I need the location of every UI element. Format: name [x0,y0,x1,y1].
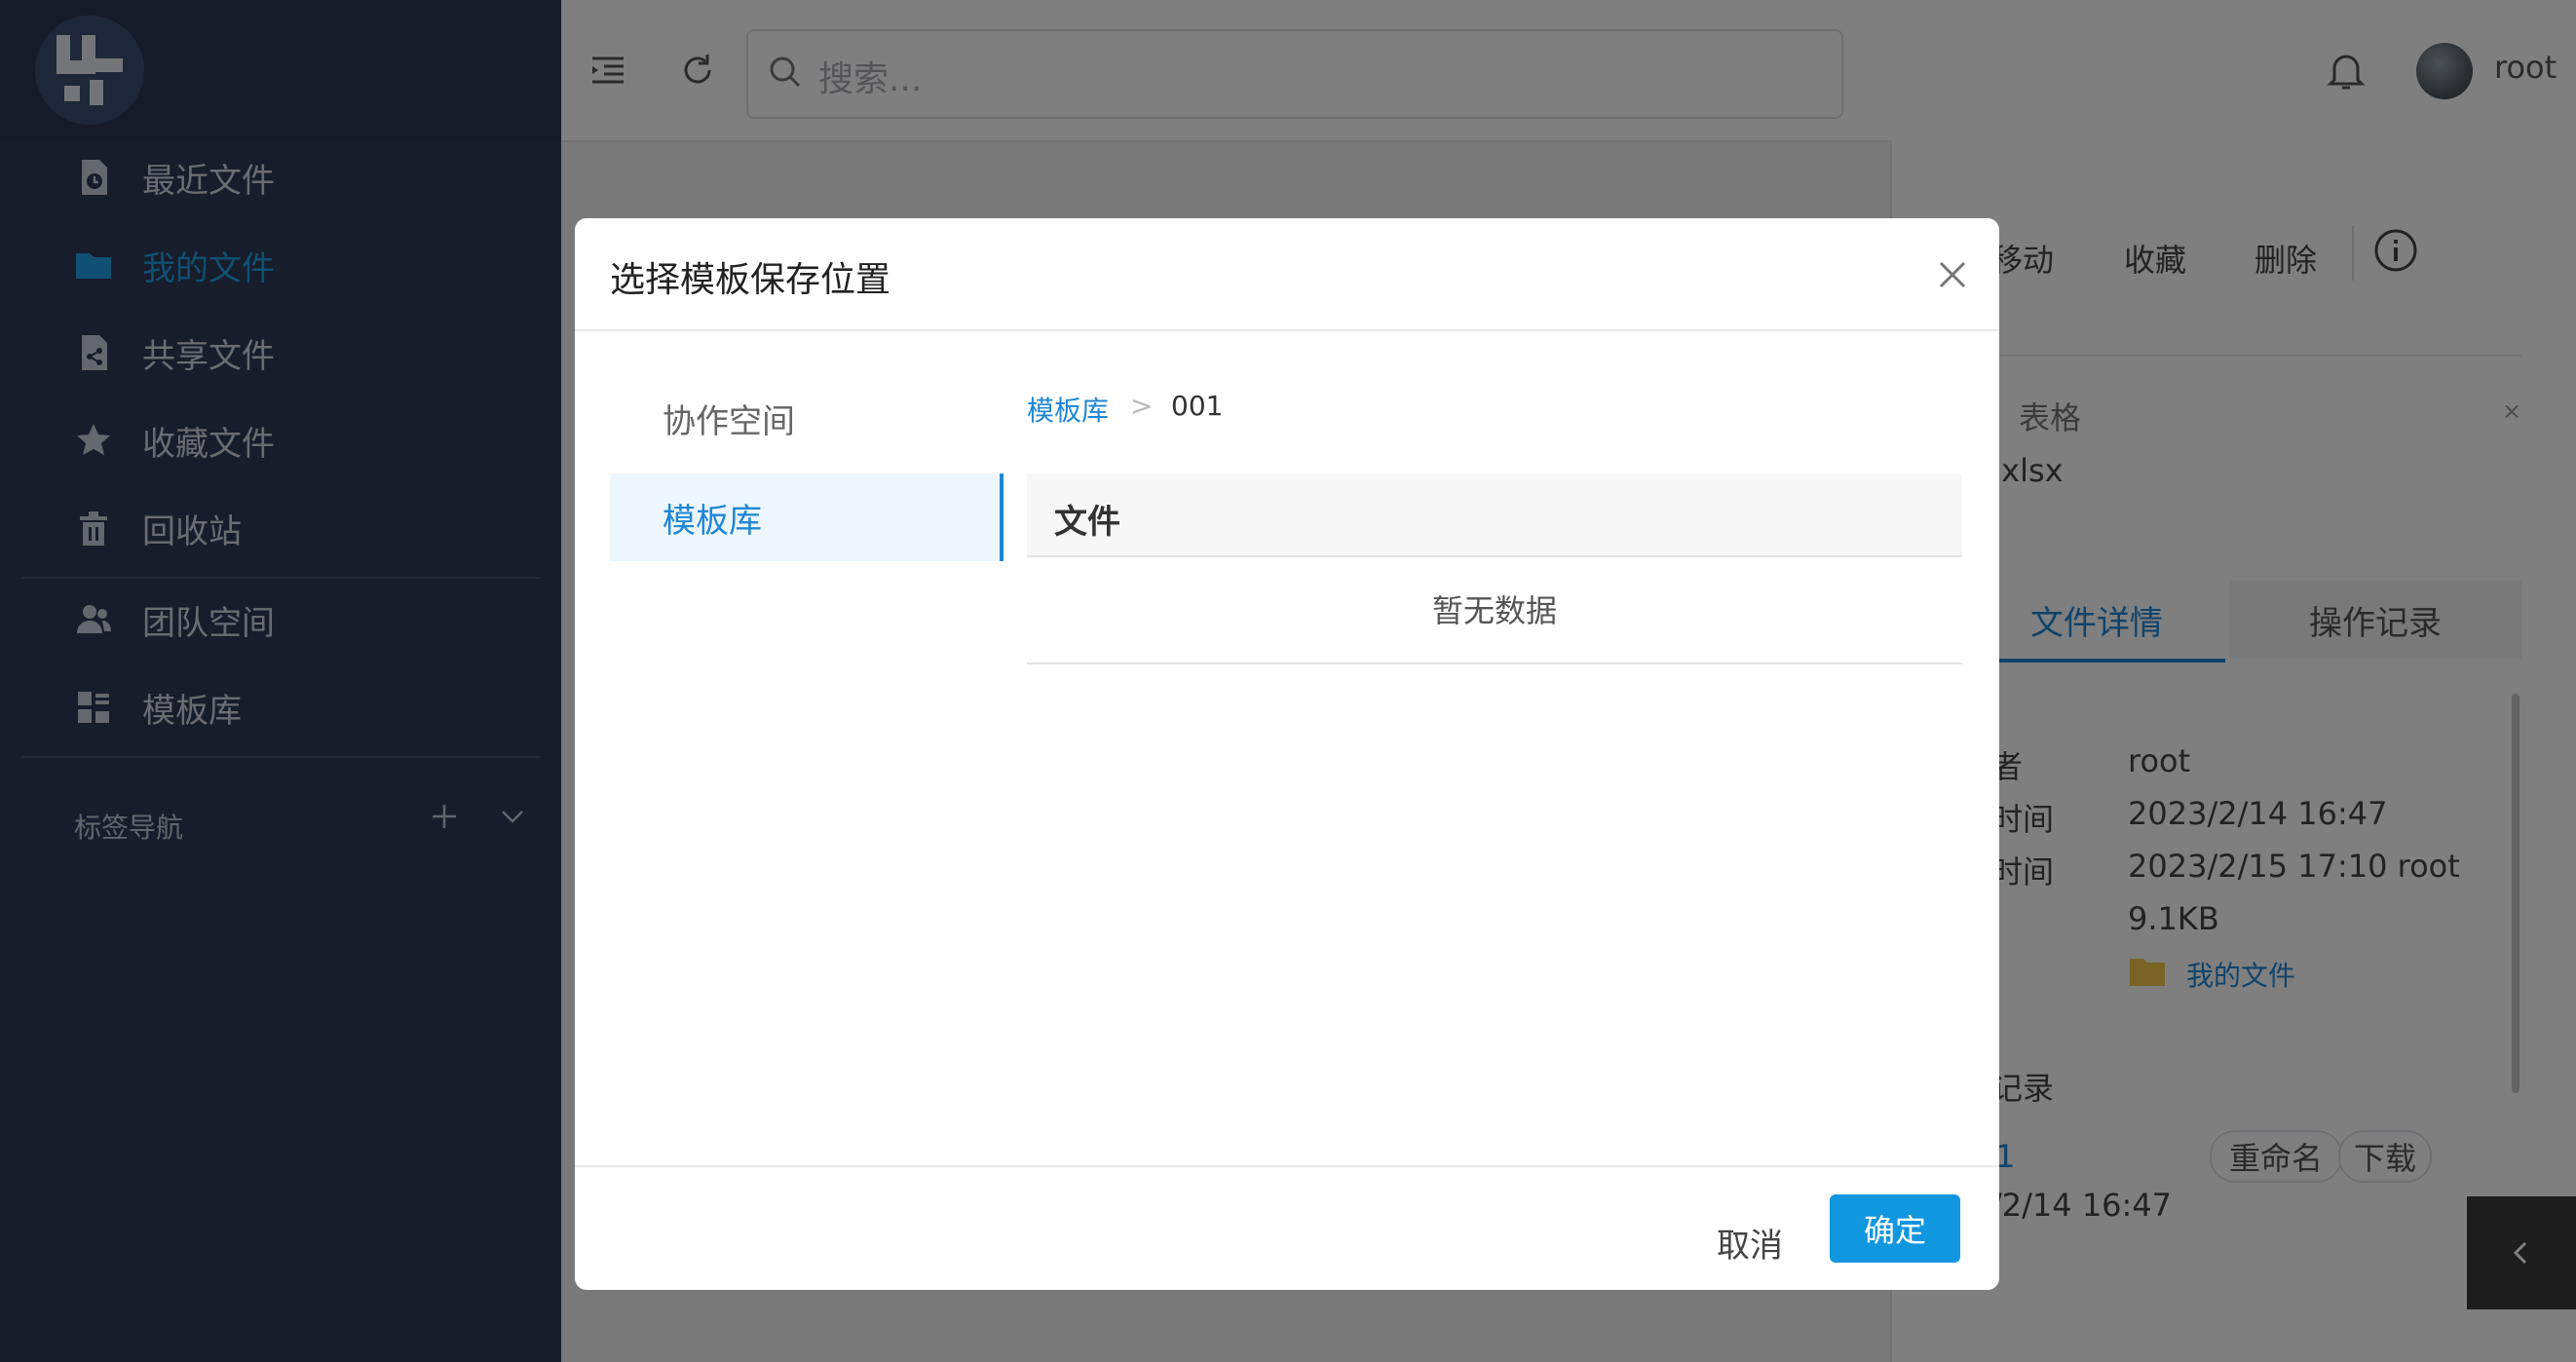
location-template-library[interactable]: 模板库 [610,473,1004,561]
close-button[interactable] [1931,253,1974,296]
dialog-title: 选择模板保存位置 [610,260,891,300]
location-collab-space[interactable]: 协作空间 [610,374,1004,462]
breadcrumb-current: 001 [1171,390,1224,422]
close-icon [1939,261,1966,288]
breadcrumb-separator: > [1130,390,1154,422]
table-header: 文件 [1027,473,1962,557]
confirm-button[interactable]: 确定 [1830,1194,1960,1263]
column-header-file: 文件 [1054,503,1120,542]
breadcrumb-root[interactable]: 模板库 [1027,390,1109,429]
dialog-header-divider [575,329,1999,331]
cancel-button[interactable]: 取消 [1695,1208,1804,1276]
dialog-footer-divider [575,1165,1999,1167]
save-template-dialog: 选择模板保存位置 协作空间 模板库 模板库 > 001 文件 暂无数据 取消 确… [575,218,1999,1290]
empty-state: 暂无数据 [1027,555,1962,664]
